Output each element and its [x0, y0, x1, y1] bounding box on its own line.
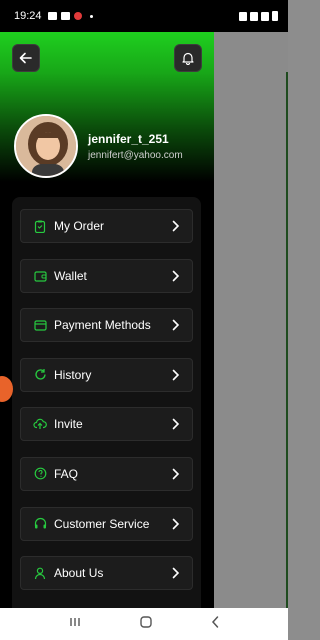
record-icon — [73, 12, 82, 20]
menu-item-my-order[interactable]: My Order — [20, 209, 193, 243]
menu-list: My Order Wallet Payment Methods History … — [12, 197, 201, 608]
chevron-right-icon — [170, 517, 182, 531]
home-icon — [140, 615, 152, 628]
status-notification-icons — [47, 12, 93, 20]
system-navigation-bar — [0, 608, 288, 640]
menu-item-label: My Order — [54, 219, 105, 233]
menu-item-label: Payment Methods — [54, 318, 151, 333]
recent-apps-button[interactable] — [68, 615, 82, 633]
back-button[interactable] — [12, 44, 40, 72]
chevron-right-icon — [170, 368, 182, 382]
status-bar: 19:24 — [0, 0, 288, 32]
menu-item-label: FAQ — [54, 466, 79, 481]
recent-apps-icon — [70, 618, 81, 626]
chevron-right-icon — [170, 318, 182, 332]
menu-item-label: Customer Service — [54, 516, 150, 531]
profile-email: jennifert@yahoo.com — [88, 150, 183, 161]
video-icon — [47, 12, 57, 20]
chevron-right-icon — [170, 417, 182, 431]
chevron-right-icon — [170, 269, 182, 283]
dim-overlay[interactable] — [214, 32, 288, 632]
image-icon — [60, 12, 70, 20]
status-system-icons — [239, 11, 278, 21]
bell-icon — [182, 52, 194, 65]
profile-username: jennifer_t_251 — [88, 132, 169, 146]
wallet-icon — [33, 269, 47, 283]
chevron-right-icon — [170, 566, 182, 580]
status-time: 19:24 — [14, 10, 42, 22]
menu-item-label: Invite — [54, 417, 83, 432]
dot-icon — [89, 14, 93, 18]
chevron-right-icon — [170, 467, 182, 481]
menu-item-label: Wallet — [54, 268, 87, 283]
menu-item-payment-methods[interactable]: Payment Methods — [20, 308, 193, 343]
menu-item-customer-service[interactable]: Customer Service — [20, 506, 193, 541]
credit-card-icon — [33, 318, 47, 332]
wifi-icon — [250, 11, 258, 21]
mute-icon — [239, 11, 247, 21]
profile-photo — [16, 116, 76, 176]
menu-item-history[interactable]: History — [20, 357, 193, 392]
menu-item-label: History — [54, 367, 92, 382]
menu-item-invite[interactable]: Invite — [20, 407, 193, 442]
clipboard-icon — [33, 219, 47, 233]
avatar[interactable] — [14, 114, 78, 178]
side-drawer: jennifer_t_251 jennifert@yahoo.com My Or… — [0, 32, 214, 608]
home-button[interactable] — [139, 615, 153, 634]
notification-button[interactable] — [174, 44, 202, 72]
chevron-right-icon — [170, 219, 182, 233]
battery-icon — [272, 11, 278, 21]
headphones-icon — [33, 517, 47, 531]
menu-item-about-us[interactable]: About Us — [20, 556, 193, 591]
cloud-upload-icon — [33, 417, 47, 431]
menu-item-label: About Us — [54, 566, 104, 581]
menu-item-wallet[interactable]: Wallet — [20, 258, 193, 293]
menu-item-faq[interactable]: FAQ — [20, 456, 193, 491]
question-circle-icon — [33, 467, 47, 481]
person-icon — [33, 566, 47, 580]
background-edge — [286, 72, 288, 632]
refresh-icon — [33, 368, 47, 382]
system-back-button[interactable] — [210, 615, 220, 634]
signal-icon — [261, 11, 269, 21]
arrow-left-icon — [19, 52, 32, 64]
chevron-left-icon — [211, 615, 218, 628]
